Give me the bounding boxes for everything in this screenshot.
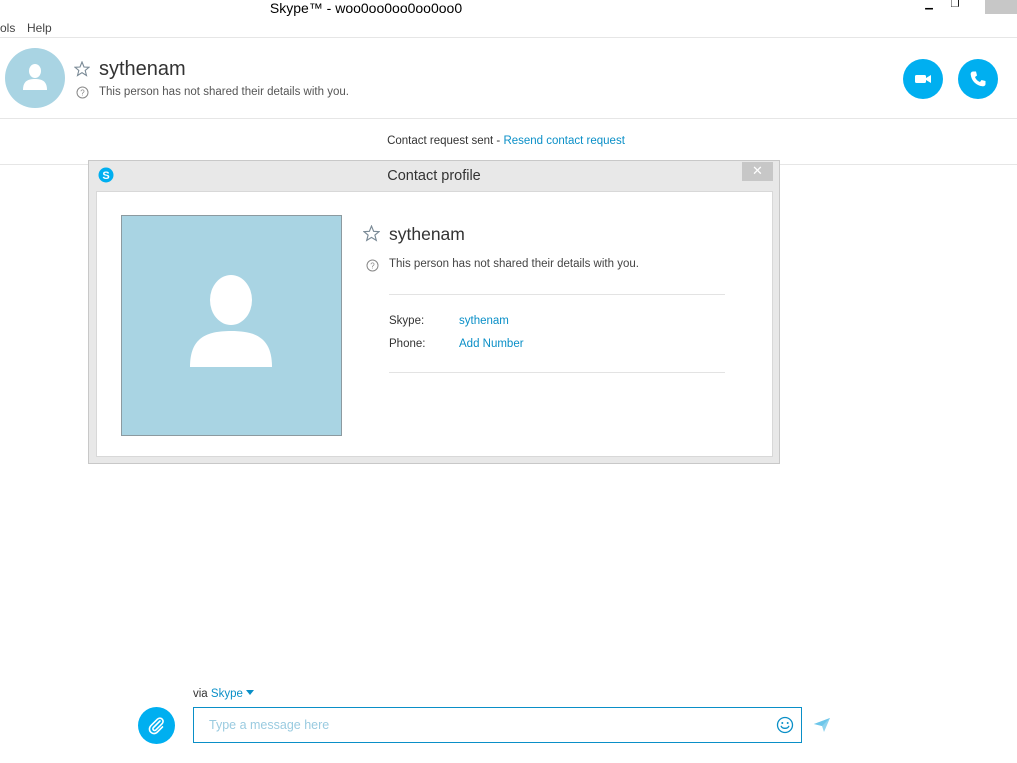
service-name[interactable]: Skype (211, 688, 243, 700)
add-number-link[interactable]: Add Number (459, 338, 524, 350)
star-icon[interactable] (363, 225, 380, 242)
avatar-icon (23, 64, 47, 90)
video-call-icon (915, 75, 931, 83)
via-prefix: via (193, 688, 211, 700)
contact-status-text: This person has not shared their details… (99, 86, 349, 98)
profile-status-text: This person has not shared their details… (389, 258, 639, 270)
restore-button[interactable]: ❐ (948, 0, 962, 12)
avatar-icon (190, 275, 272, 367)
attach-file-button[interactable] (138, 707, 175, 744)
skype-label: Skype: (389, 315, 425, 327)
dialog-close-button[interactable]: ✕ (742, 162, 773, 181)
divider (389, 372, 725, 373)
contact-avatar[interactable] (5, 48, 65, 108)
chevron-down-icon[interactable] (245, 690, 254, 695)
profile-picture (121, 215, 342, 436)
phone-call-icon (970, 71, 986, 87)
restore-icon: ❐ (950, 0, 960, 10)
help-icon: ? (366, 259, 379, 272)
star-icon[interactable] (74, 61, 90, 77)
profile-name: sythenam (389, 224, 465, 244)
minimize-button[interactable]: ▁ (922, 0, 936, 12)
request-status-text: Contact request sent (387, 135, 494, 147)
contact-profile-dialog: S Contact profile ✕ sythenam ? This pers… (88, 160, 780, 464)
message-input[interactable] (193, 707, 802, 743)
window-title: Skype™ - woo0oo0oo0oo0oo0 (269, 0, 463, 16)
conversation-header: sythenam ? This person has not shared th… (0, 38, 1017, 119)
dialog-title: Contact profile (387, 168, 481, 184)
window-close-button[interactable] (985, 0, 1017, 14)
title-bar: Skype™ - woo0oo0oo0oo0oo0 ▁ ❐ (0, 0, 1017, 18)
request-separator: - (493, 135, 504, 147)
menu-item-tools[interactable]: ols (0, 21, 15, 35)
minimize-icon: ▁ (925, 0, 933, 10)
phone-label: Phone: (389, 338, 426, 350)
skype-name-link[interactable]: sythenam (459, 315, 509, 327)
help-icon: ? (76, 86, 89, 99)
svg-text:?: ? (370, 262, 375, 271)
resend-request-link[interactable]: Resend contact request (503, 135, 624, 147)
svg-text:?: ? (80, 89, 85, 98)
emoticon-icon[interactable] (776, 716, 794, 734)
video-call-button[interactable] (903, 59, 943, 99)
menu-bar: ols Help (0, 18, 1017, 38)
paperclip-icon (148, 717, 164, 735)
contact-name: sythenam (99, 58, 186, 80)
via-service-selector[interactable]: via Skype (193, 688, 254, 700)
close-icon: ✕ (752, 163, 763, 178)
menu-item-help[interactable]: Help (27, 21, 52, 35)
divider (389, 294, 725, 295)
contact-request-bar: Contact request sent - Resend contact re… (0, 119, 1017, 165)
dialog-body: sythenam ? This person has not shared th… (96, 191, 773, 457)
send-icon[interactable] (813, 717, 831, 733)
audio-call-button[interactable] (958, 59, 998, 99)
